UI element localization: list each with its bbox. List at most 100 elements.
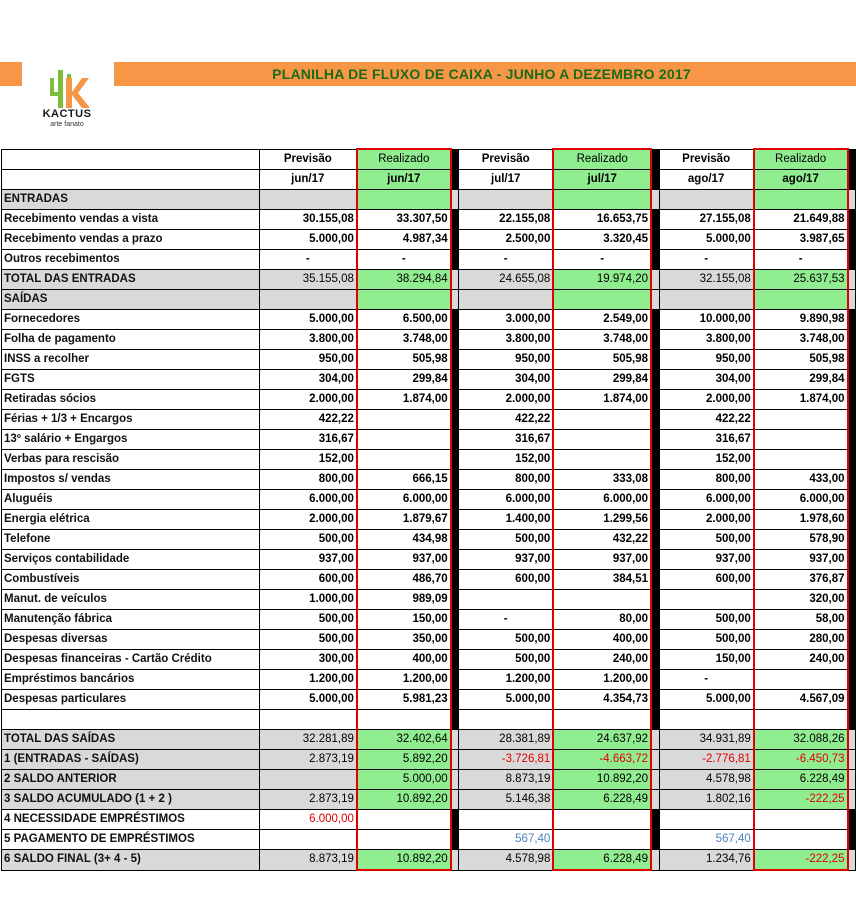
table-row: Serviços contabilidade 937,00 937,00 937,00…	[1, 549, 856, 570]
previsao-cell: 2.873,19	[258, 789, 358, 810]
column-separator	[450, 269, 460, 290]
previsao-cell: 316,67	[658, 429, 755, 450]
table-row: Telefone 500,00 434,98 500,00 432,22 500,00 57…	[1, 529, 856, 550]
realizado-cell	[355, 189, 452, 210]
realizado-cell	[552, 189, 653, 210]
previsao-cell: 32.281,89	[258, 729, 358, 750]
column-separator	[650, 609, 660, 630]
column-separator	[650, 809, 660, 830]
column-separator	[650, 449, 660, 470]
column-separator	[450, 148, 460, 170]
realizado-cell	[552, 829, 653, 850]
column-separator	[847, 729, 856, 750]
previsao-cell: 422,22	[458, 409, 554, 430]
previsao-cell: 4.578,98	[658, 769, 755, 790]
table-row: Despesas particulares 5.000,00 5.981,23 5.0…	[1, 689, 856, 710]
previsao-cell: 5.000,00	[658, 229, 755, 250]
column-separator	[847, 289, 856, 310]
previsao-cell: 500,00	[458, 629, 554, 650]
realizado-cell: 6.000,00	[552, 489, 653, 510]
previsao-cell: 600,00	[258, 569, 358, 590]
realizado-cell: 1.874,00	[355, 389, 452, 410]
previsao-cell: 2.000,00	[258, 389, 358, 410]
realizado-cell	[552, 589, 653, 610]
realizado-cell: 3.987,65	[752, 229, 849, 250]
column-separator	[847, 309, 856, 330]
previsao-cell: 34.931,89	[658, 729, 755, 750]
logo-subtitle: arte fanato	[50, 121, 84, 128]
column-separator	[450, 389, 460, 410]
previsao-cell: 500,00	[658, 529, 755, 550]
column-separator	[450, 369, 460, 390]
previsao-cell: 316,67	[458, 429, 554, 450]
column-separator	[650, 749, 660, 770]
previsao-cell: -	[458, 609, 554, 630]
header-previsao: Previsão	[658, 148, 755, 170]
row-label: INSS a recolher	[1, 349, 260, 370]
previsao-cell: 5.000,00	[258, 309, 358, 330]
column-separator	[847, 689, 856, 710]
previsao-cell: 500,00	[258, 629, 358, 650]
column-separator	[847, 829, 856, 850]
realizado-cell	[752, 709, 849, 730]
previsao-cell: 500,00	[658, 609, 755, 630]
previsao-cell: 6.000,00	[258, 809, 358, 830]
previsao-cell: -	[658, 249, 755, 270]
header-realizado: Realizado	[355, 148, 452, 170]
header-realizado: Realizado	[752, 148, 849, 170]
column-separator	[847, 769, 856, 790]
table-row: 13º salário + Engargos 316,67 316,67 316,67	[1, 429, 856, 450]
column-separator	[847, 549, 856, 570]
previsao-cell: 1.802,16	[658, 789, 755, 810]
column-separator	[847, 189, 856, 210]
realizado-cell: 25.637,53	[752, 269, 849, 290]
realizado-cell: 505,98	[552, 349, 653, 370]
previsao-cell: 567,40	[658, 829, 755, 850]
column-separator	[450, 209, 460, 230]
column-separator	[450, 549, 460, 570]
realizado-cell: 937,00	[752, 549, 849, 570]
previsao-cell	[658, 709, 755, 730]
previsao-cell: 30.155,08	[258, 209, 358, 230]
header-realizado: ago/17	[752, 169, 849, 190]
row-label: Telefone	[1, 529, 260, 550]
realizado-cell: 21.649,88	[752, 209, 849, 230]
previsao-cell: -3.726,81	[458, 749, 554, 770]
previsao-cell: 304,00	[458, 369, 554, 390]
previsao-cell: -	[258, 249, 358, 270]
column-separator	[847, 369, 856, 390]
column-separator	[650, 148, 660, 170]
previsao-cell: 300,00	[258, 649, 358, 670]
realizado-cell: 4.354,73	[552, 689, 653, 710]
column-separator	[450, 469, 460, 490]
previsao-cell: 2.873,19	[258, 749, 358, 770]
table-row: Aluguéis 6.000,00 6.000,00 6.000,00 6.000,00…	[1, 489, 856, 510]
previsao-cell	[458, 589, 554, 610]
column-separator	[650, 689, 660, 710]
realizado-cell: 5.981,23	[355, 689, 452, 710]
column-separator	[450, 569, 460, 590]
realizado-cell	[552, 709, 653, 730]
row-label: TOTAL DAS ENTRADAS	[1, 269, 260, 290]
previsao-cell: 2.500,00	[458, 229, 554, 250]
previsao-cell: 2.000,00	[458, 389, 554, 410]
realizado-cell: 1.879,67	[355, 509, 452, 530]
header-previsao: Previsão	[458, 148, 554, 170]
column-separator	[650, 849, 660, 871]
realizado-cell: 989,09	[355, 589, 452, 610]
column-separator	[847, 209, 856, 230]
column-separator	[650, 169, 660, 190]
realizado-cell: 666,15	[355, 469, 452, 490]
previsao-cell: 5.000,00	[258, 229, 358, 250]
column-separator	[650, 669, 660, 690]
row-label: Serviços contabilidade	[1, 549, 260, 570]
row-label: 2 SALDO ANTERIOR	[1, 769, 260, 790]
previsao-cell	[458, 809, 554, 830]
column-separator	[650, 649, 660, 670]
column-separator	[650, 229, 660, 250]
realizado-cell: 280,00	[752, 629, 849, 650]
realizado-cell: 6.500,00	[355, 309, 452, 330]
table-row: Manutenção fábrica 500,00 150,00-80,00 500,…	[1, 609, 856, 630]
previsao-cell	[258, 769, 358, 790]
realizado-cell: 434,98	[355, 529, 452, 550]
